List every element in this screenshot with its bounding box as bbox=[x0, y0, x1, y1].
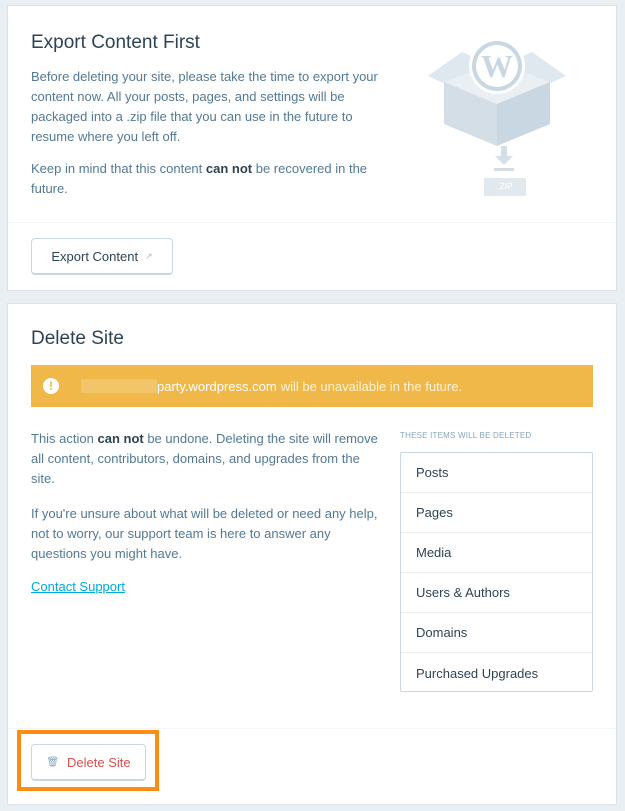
trash-icon: 🗑 bbox=[46, 756, 60, 768]
delete-site-card: Delete Site ! party.wordpress.com will b… bbox=[8, 304, 616, 804]
delete-desc-strong: can not bbox=[97, 431, 144, 446]
export-description: Before deleting your site, please take t… bbox=[31, 69, 378, 144]
delete-title: Delete Site bbox=[31, 328, 124, 349]
svg-text:W: W bbox=[481, 48, 513, 84]
list-item: Posts bbox=[401, 453, 592, 493]
export-content-card: Export Content First Before deleting you… bbox=[8, 6, 616, 290]
warning-domain: party.wordpress.com bbox=[157, 378, 277, 394]
delete-desc-prefix: This action bbox=[31, 431, 98, 446]
deleted-items-list: Posts Pages Media Users & Authors Domain… bbox=[400, 452, 593, 692]
support-description: If you're unsure about what will be dele… bbox=[31, 506, 378, 561]
contact-support-link[interactable]: Contact Support bbox=[31, 579, 125, 594]
export-content-button[interactable]: Export Content ↗ bbox=[31, 238, 173, 275]
wordpress-box-icon: W bbox=[428, 38, 566, 196]
export-note-strong: can not bbox=[205, 161, 253, 176]
warning-icon: ! bbox=[43, 378, 59, 394]
delete-description: This action can not be undone. Deleting … bbox=[31, 429, 381, 489]
redacted-text bbox=[81, 379, 157, 393]
delete-site-label: Delete Site bbox=[67, 754, 131, 770]
list-item: Users & Authors bbox=[401, 573, 592, 613]
items-heading: THESE ITEMS WILL BE DELETED bbox=[400, 431, 532, 440]
export-illustration: W .ZIP bbox=[422, 32, 572, 198]
export-title: Export Content First bbox=[31, 32, 200, 53]
list-item: Domains bbox=[401, 613, 592, 653]
list-item: Media bbox=[401, 533, 592, 573]
export-divider bbox=[8, 222, 616, 223]
export-note: Keep in mind that this content can not b… bbox=[31, 159, 381, 199]
export-note-prefix: Keep in mind that this content bbox=[31, 161, 206, 176]
external-link-icon: ↗ bbox=[145, 250, 153, 261]
delete-site-button[interactable]: 🗑 Delete Site bbox=[31, 744, 146, 781]
warning-notice: ! party.wordpress.com will be unavailabl… bbox=[31, 365, 593, 407]
export-content-label: Export Content bbox=[51, 248, 139, 264]
warning-text: will be unavailable in the future. bbox=[280, 378, 463, 394]
list-item: Purchased Upgrades bbox=[416, 665, 539, 681]
zip-label: .ZIP bbox=[497, 182, 513, 191]
list-item: Pages bbox=[401, 493, 592, 533]
delete-divider bbox=[8, 728, 616, 729]
